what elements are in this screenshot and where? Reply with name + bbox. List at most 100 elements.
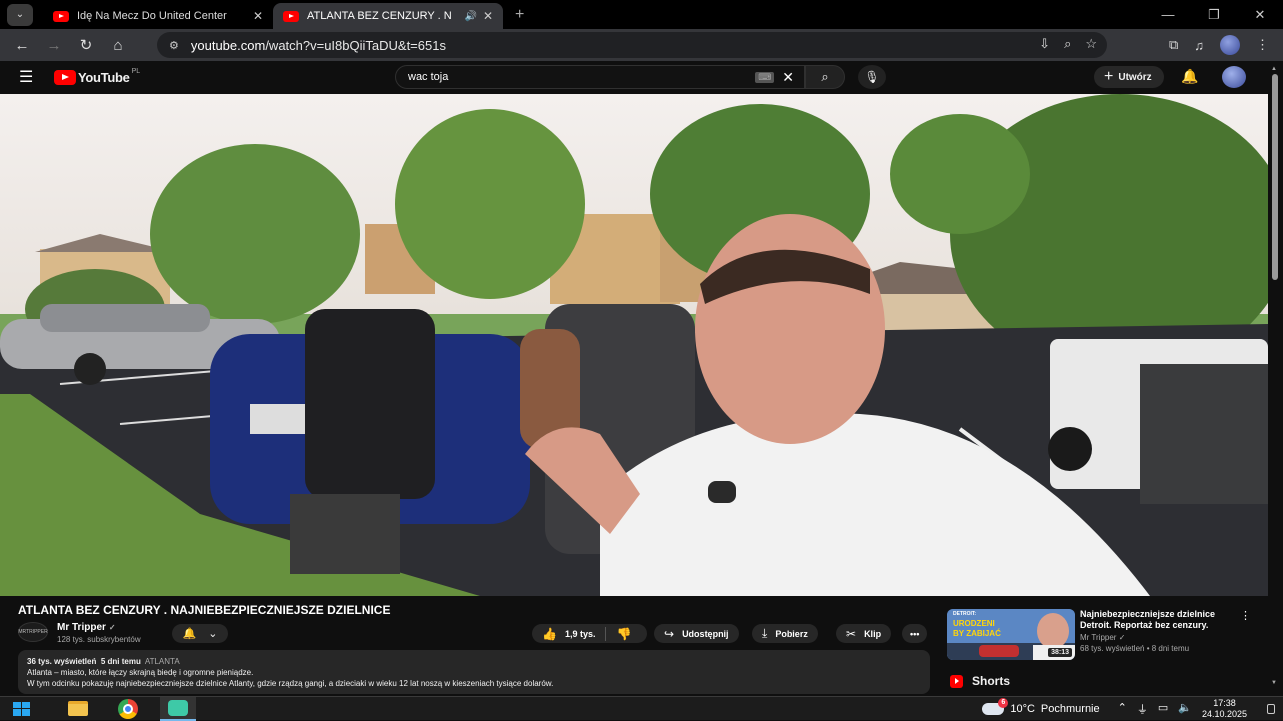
youtube-logo[interactable]: YouTube PL [54,68,140,85]
tab-close-icon[interactable]: ✕ [253,9,263,23]
search-query[interactable]: wac toja [408,71,755,83]
more-options-icon[interactable]: ⋮ [1240,609,1251,622]
forward-icon[interactable]: → [38,37,70,54]
verified-icon: ✓ [108,623,116,632]
scroll-up-icon[interactable]: ▲ [1271,66,1277,72]
account-avatar[interactable] [1222,66,1246,88]
weather-widget[interactable]: 6 10°C Pochmurnie [982,698,1100,715]
channel-name[interactable]: Mr Tripper ✓ [57,622,116,633]
search-button[interactable]: ⌕ [805,65,845,89]
description-line: Atlanta – miasto, które łączy skrajną bi… [27,668,254,677]
site-info-icon[interactable]: ⚙ [169,39,179,52]
recommended-channel[interactable]: Mr Tripper ✓ [1080,633,1125,642]
tab-title: ATLANTA BEZ CENZURY . N [307,10,452,22]
window-controls: — ❐ ✕ [1145,0,1283,29]
recommended-video[interactable]: DETROIT: URODZENI BY ZABIJAĆ 38:13 Najni… [947,609,1267,661]
youtube-play-icon [54,69,76,85]
channel-avatar[interactable]: MRTRIPPER [18,622,48,642]
chevron-up-icon[interactable]: ⌃ [1118,701,1127,717]
extensions-icon[interactable]: ⧉ [1169,37,1178,53]
notifications-bell-icon[interactable]: 🔔 [1181,68,1198,85]
zoom-icon[interactable]: ⌕ [1064,36,1071,52]
scissors-icon: ✂ [846,626,857,641]
back-icon[interactable]: ← [6,37,38,54]
browser-tab-bar: ⌄ Idę Na Mecz Do United Center ✕ ATLANTA… [0,0,1283,29]
windows-start-icon[interactable] [10,699,30,719]
video-title: ATLANTA BEZ CENZURY . NAJNIEBEZPIECZNIEJ… [18,603,391,617]
video-frame [0,94,1268,596]
recommended-meta: 68 tys. wyświetleń • 8 dni temu [1080,644,1190,653]
shorts-icon [950,674,963,688]
bell-icon: 🔔 [182,628,197,640]
recommended-title[interactable]: Najniebezpieczniejsze dzielnice Detroit.… [1080,609,1230,631]
share-button[interactable]: ↪ Udostępnij [654,624,739,643]
hashtag: ATLANTA [144,657,180,666]
system-tray: 6 10°C Pochmurnie ⌃ ⏚ ▭ 🔈 17:38 24.10.20… [982,697,1283,721]
notification-icon[interactable] [1267,704,1275,714]
like-button[interactable]: 👍 1,9 tys. [532,624,605,643]
create-button[interactable]: + Utwórz [1094,66,1164,88]
new-tab-button[interactable]: + [515,6,524,24]
tab-search-button[interactable]: ⌄ [7,3,33,26]
volume-icon[interactable]: 🔈 [1178,701,1192,717]
video-duration: 38:13 [1048,648,1072,657]
omnibox[interactable]: ⚙ youtube.com/watch?v=uI8bQiiTaDU&t=651s… [157,32,1107,58]
windows-taskbar: 6 10°C Pochmurnie ⌃ ⏚ ▭ 🔈 17:38 24.10.20… [0,696,1283,721]
thumbs-up-icon: 👍 [542,626,557,641]
description-box[interactable]: 36 tys. wyświetleń 5 dni temu ATLANTA Atl… [18,650,930,694]
subscription-bell-button[interactable]: 🔔 ⌄ [172,624,228,643]
network-icon[interactable]: ▭ [1158,701,1168,717]
restore-icon[interactable]: ❐ [1191,7,1237,23]
chevron-down-icon: ⌄ [208,628,218,640]
media-control-icon[interactable]: ♫ [1194,38,1204,53]
hamburger-menu-icon[interactable]: ☰ [19,67,37,87]
plus-icon: + [1104,68,1114,85]
keyboard-icon[interactable]: ⌨ [755,71,775,83]
chrome-icon[interactable] [110,697,146,721]
download-icon: ⤓ [762,626,768,640]
thumbnail-label: DETROIT: [953,611,977,617]
more-actions-button[interactable]: ••• [902,624,928,643]
scroll-down-icon[interactable]: ▼ [1271,680,1277,686]
more-icon: ••• [910,628,920,639]
video-player[interactable] [0,94,1268,596]
clip-button[interactable]: ✂ Klip [836,624,892,643]
description-line: W tym odcinku pokazuję najniebezpiecznie… [27,679,554,688]
search-icon: ⌕ [821,69,829,84]
verified-icon: ✓ [1118,633,1126,642]
cloud-icon: 6 [982,698,1009,715]
subscriber-count: 128 tys. subskrybentów [57,635,141,644]
tab-title: Idę Na Mecz Do United Center [77,10,227,22]
youtube-favicon-icon [53,10,69,22]
file-explorer-icon[interactable] [60,697,96,721]
reload-icon[interactable]: ↻ [70,36,102,54]
voice-search-icon[interactable]: 🎙 [858,65,886,89]
tab-active[interactable]: ATLANTA BEZ CENZURY . N 🔊 ✕ [273,3,503,29]
install-app-icon[interactable]: ⇩ [1039,36,1050,52]
tab-inactive[interactable]: Idę Na Mecz Do United Center ✕ [43,3,273,29]
audio-playing-icon[interactable]: 🔊 [464,11,476,22]
home-icon[interactable]: ⌂ [102,37,134,54]
usb-icon[interactable]: ⏚ [1137,701,1148,717]
profile-avatar[interactable] [1220,35,1240,55]
bot-app-icon[interactable] [160,696,196,721]
browser-menu-icon[interactable]: ⋮ [1256,37,1269,53]
url-text[interactable]: youtube.com/watch?v=uI8bQiiTaDU&t=651s [191,38,446,53]
close-window-icon[interactable]: ✕ [1237,7,1283,23]
minimize-icon[interactable]: — [1145,7,1191,22]
shorts-heading: Shorts [950,674,1010,688]
dislike-button[interactable]: 👎 [606,624,641,643]
bookmark-star-icon[interactable]: ☆ [1085,36,1097,52]
thumbnail-headline: URODZENI [953,619,995,628]
tab-close-icon[interactable]: ✕ [483,9,493,23]
clear-search-icon[interactable]: ✕ [782,69,794,86]
share-icon: ↪ [664,626,675,641]
search-input[interactable]: wac toja ⌨ ✕ [395,65,805,89]
page-scrollbar[interactable]: ▲ ▼ [1271,66,1279,686]
thumbs-down-icon: 👎 [616,626,632,641]
youtube-favicon-icon [283,10,299,22]
recommended-thumbnail[interactable]: DETROIT: URODZENI BY ZABIJAĆ 38:13 [947,609,1075,660]
clock[interactable]: 17:38 24.10.2025 [1202,698,1247,720]
download-button[interactable]: ⤓ Pobierz [752,624,818,643]
scrollbar-thumb[interactable] [1272,74,1278,280]
